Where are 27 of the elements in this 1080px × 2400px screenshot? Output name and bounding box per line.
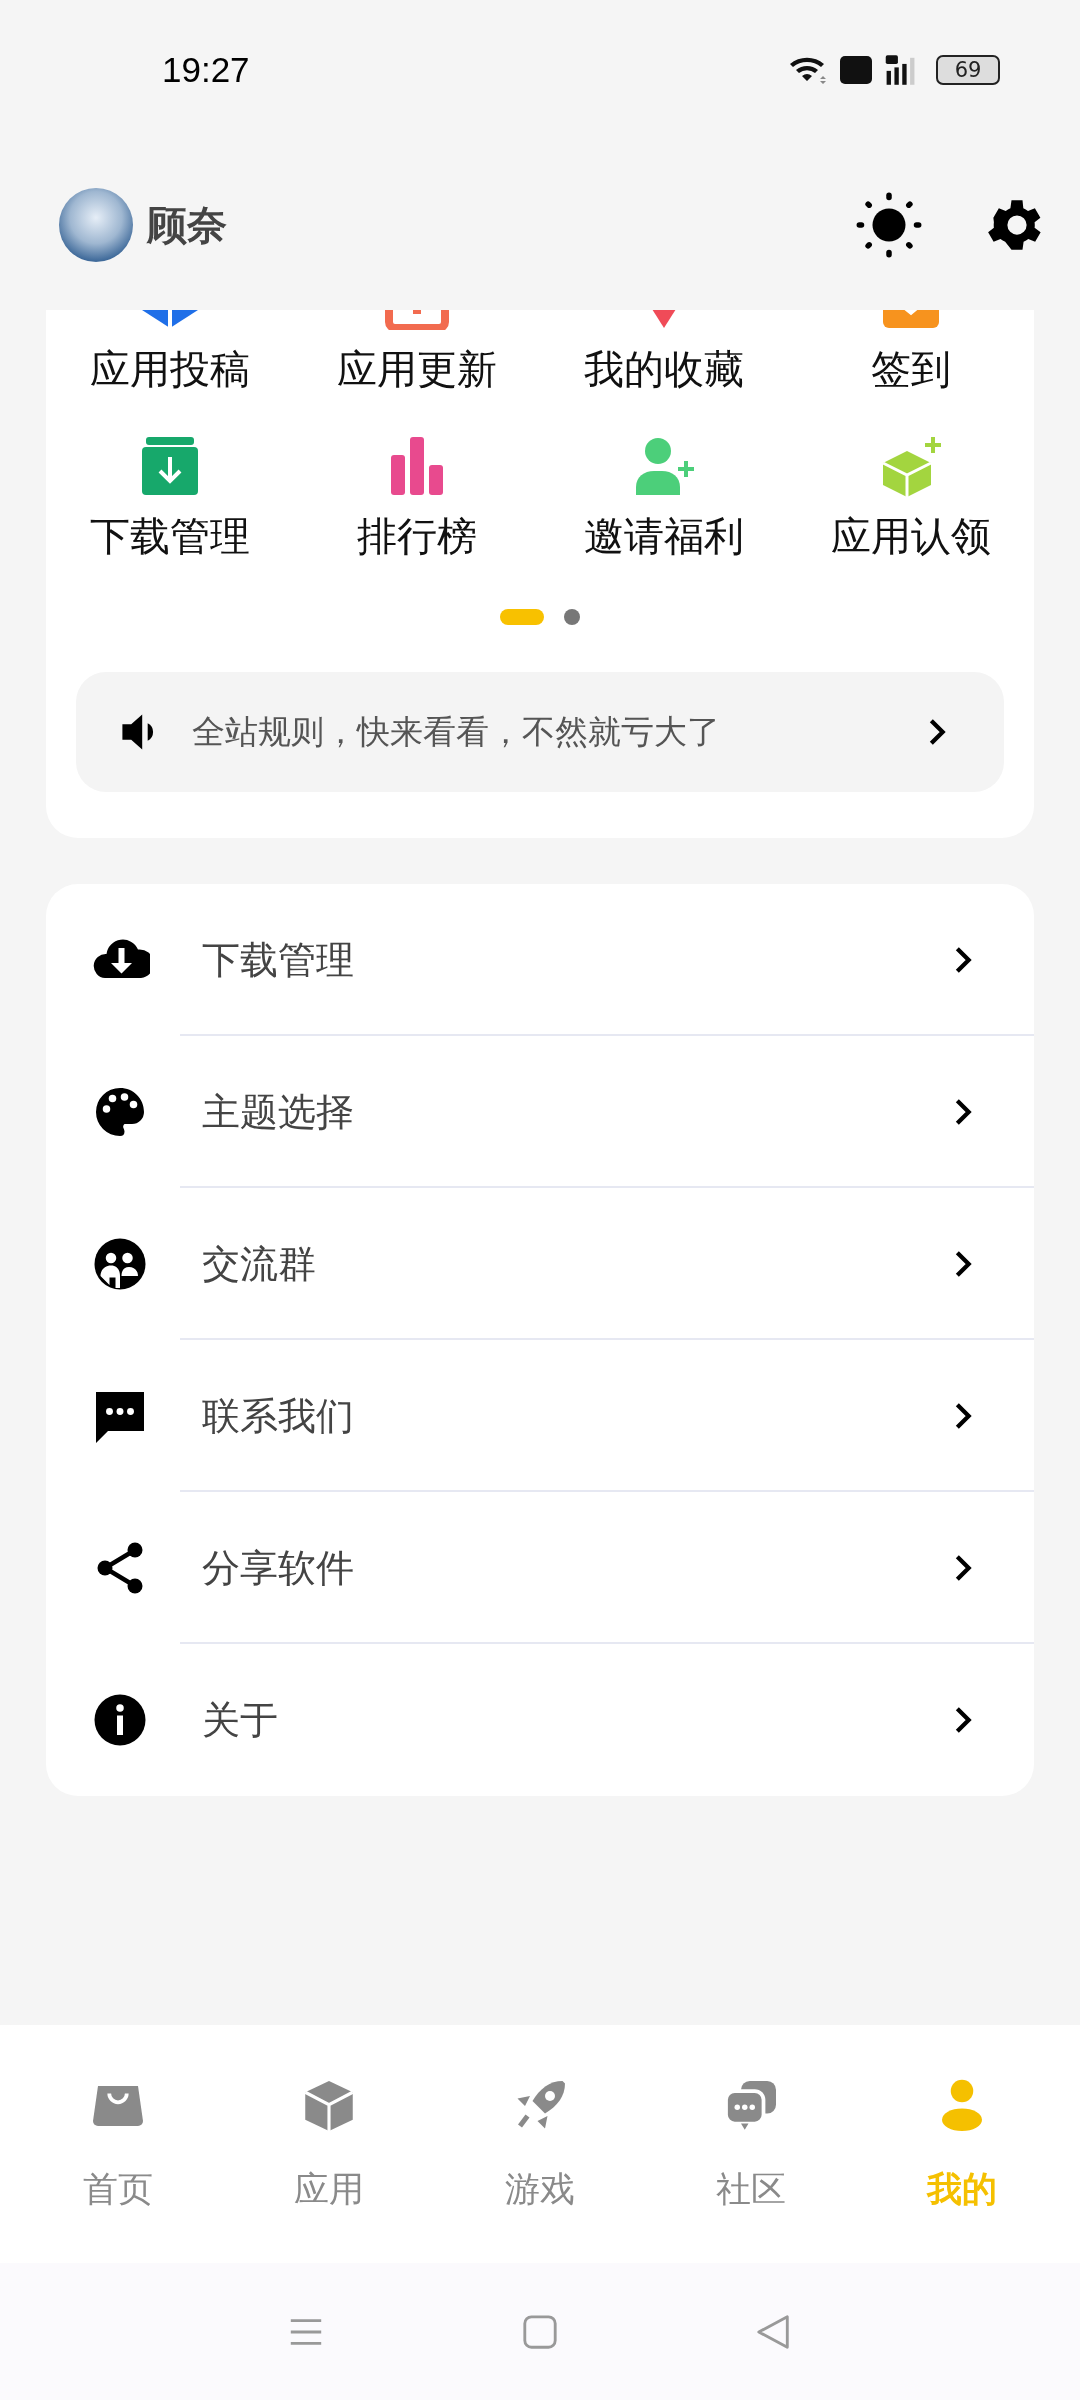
username: 顾奈 [147,200,227,250]
menu-item[interactable]: 关于 [46,1644,1034,1796]
menu-label: 联系我们 [202,1392,355,1440]
shortcut-label[interactable]: 我的收藏 [583,342,744,397]
home-square-icon[interactable] [521,2312,559,2351]
shortcut-label[interactable]: 应用认领 [830,509,991,564]
brightness-icon[interactable] [856,192,922,258]
status-time: 19:27 [162,50,251,90]
menu-item[interactable]: 联系我们 [46,1340,1034,1492]
shortcut-label[interactable]: 邀请福利 [583,509,744,564]
shortcut-label[interactable]: 应用更新 [336,342,497,397]
menu-label: 主题选择 [202,1088,355,1136]
notice-bar[interactable]: 全站规则，快来看看，不然就亏大了 [76,672,1004,792]
shortcut-label[interactable]: 排行榜 [356,509,477,564]
shortcut-label[interactable]: 签到 [870,342,951,397]
menu-label: 下载管理 [202,936,355,984]
menu-item[interactable]: 下载管理 [46,884,1034,1036]
menu-label: 关于 [202,1696,279,1744]
menu-item[interactable]: 交流群 [46,1188,1034,1340]
menu-item[interactable]: 主题选择 [46,1036,1034,1188]
menu-item[interactable]: 分享软件 [46,1492,1034,1644]
battery-level: 69 [954,59,982,81]
shortcut-label[interactable]: 下载管理 [89,509,250,564]
shortcut-label[interactable]: 应用投稿 [89,342,250,397]
menu-label: 分享软件 [202,1544,355,1592]
notice-text: 全站规则，快来看看，不然就亏大了 [192,710,721,753]
menu-label: 交流群 [202,1240,317,1288]
